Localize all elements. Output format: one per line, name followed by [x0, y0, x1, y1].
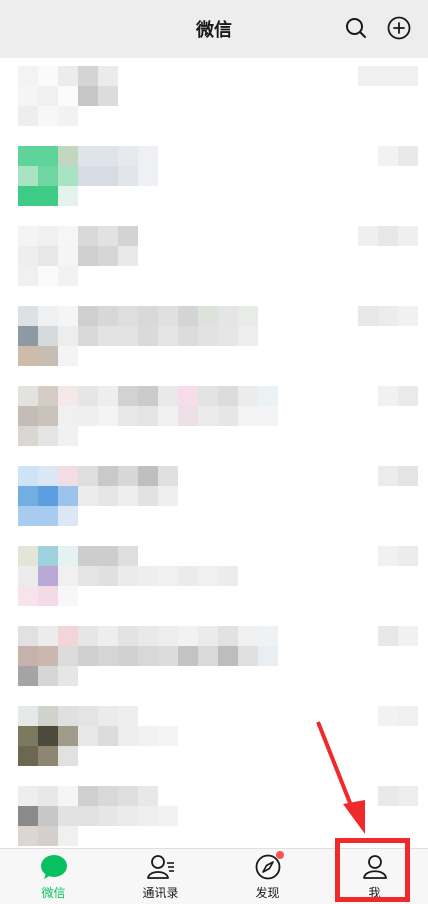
- chat-list-item[interactable]: [0, 458, 428, 538]
- chat-time-blurred: [378, 546, 418, 566]
- tab-discover[interactable]: 发现: [214, 849, 321, 904]
- chat-time-blurred: [378, 146, 418, 166]
- chat-list-item[interactable]: [0, 618, 428, 698]
- chat-list-item[interactable]: [0, 538, 428, 618]
- chat-name-blurred: [78, 226, 338, 266]
- notification-dot: [275, 850, 284, 859]
- add-button[interactable]: [386, 15, 412, 41]
- chat-list-item[interactable]: [0, 778, 428, 848]
- avatar: [18, 386, 78, 446]
- tab-me-label: 我: [368, 885, 381, 900]
- tab-me[interactable]: 我: [321, 849, 428, 904]
- tab-discover-label: 发现: [255, 885, 280, 900]
- person-icon: [362, 854, 387, 879]
- plus-circle-icon: [387, 16, 411, 40]
- chat-time-blurred: [358, 66, 418, 86]
- chat-name-blurred: [78, 706, 338, 746]
- chat-time-blurred: [358, 306, 418, 326]
- avatar: [18, 466, 78, 526]
- tab-contacts-label: 通讯录: [142, 885, 179, 900]
- chat-list-item[interactable]: [0, 698, 428, 778]
- chat-list-item[interactable]: [0, 138, 428, 218]
- avatar: [18, 66, 78, 126]
- avatar: [18, 786, 78, 846]
- chat-list: [0, 58, 428, 848]
- chat-time-blurred: [378, 466, 418, 486]
- chat-time-blurred: [378, 626, 418, 646]
- top-header: 微信: [0, 0, 428, 58]
- chat-bubble-icon: [40, 854, 67, 879]
- tab-chats[interactable]: 微信: [0, 849, 107, 904]
- chat-name-blurred: [78, 546, 338, 586]
- chat-name-blurred: [78, 466, 338, 506]
- chat-list-item[interactable]: [0, 218, 428, 298]
- chat-name-blurred: [78, 386, 338, 426]
- chat-list-item[interactable]: [0, 378, 428, 458]
- chat-time-blurred: [378, 786, 418, 806]
- tab-contacts[interactable]: 通讯录: [107, 849, 214, 904]
- chat-list-item[interactable]: [0, 298, 428, 378]
- avatar: [18, 306, 78, 366]
- search-button[interactable]: [343, 15, 369, 41]
- chat-time-blurred: [358, 226, 418, 246]
- chat-time-blurred: [378, 706, 418, 726]
- contacts-icon: [146, 854, 174, 879]
- avatar: [18, 706, 78, 766]
- avatar: [18, 546, 78, 606]
- avatar: [18, 626, 78, 686]
- chat-name-blurred: [78, 626, 338, 666]
- bottom-tabbar: 微信 通讯录 发现 我: [0, 848, 428, 904]
- chat-name-blurred: [78, 146, 338, 186]
- page-title: 微信: [196, 20, 232, 41]
- avatar: [18, 146, 78, 206]
- chat-name-blurred: [78, 66, 338, 106]
- chat-name-blurred: [78, 786, 338, 826]
- chat-name-blurred: [78, 306, 338, 346]
- chat-list-item[interactable]: [0, 58, 428, 138]
- avatar: [18, 226, 78, 286]
- tab-chats-label: 微信: [41, 885, 66, 900]
- chat-time-blurred: [378, 386, 418, 406]
- search-icon: [346, 18, 366, 38]
